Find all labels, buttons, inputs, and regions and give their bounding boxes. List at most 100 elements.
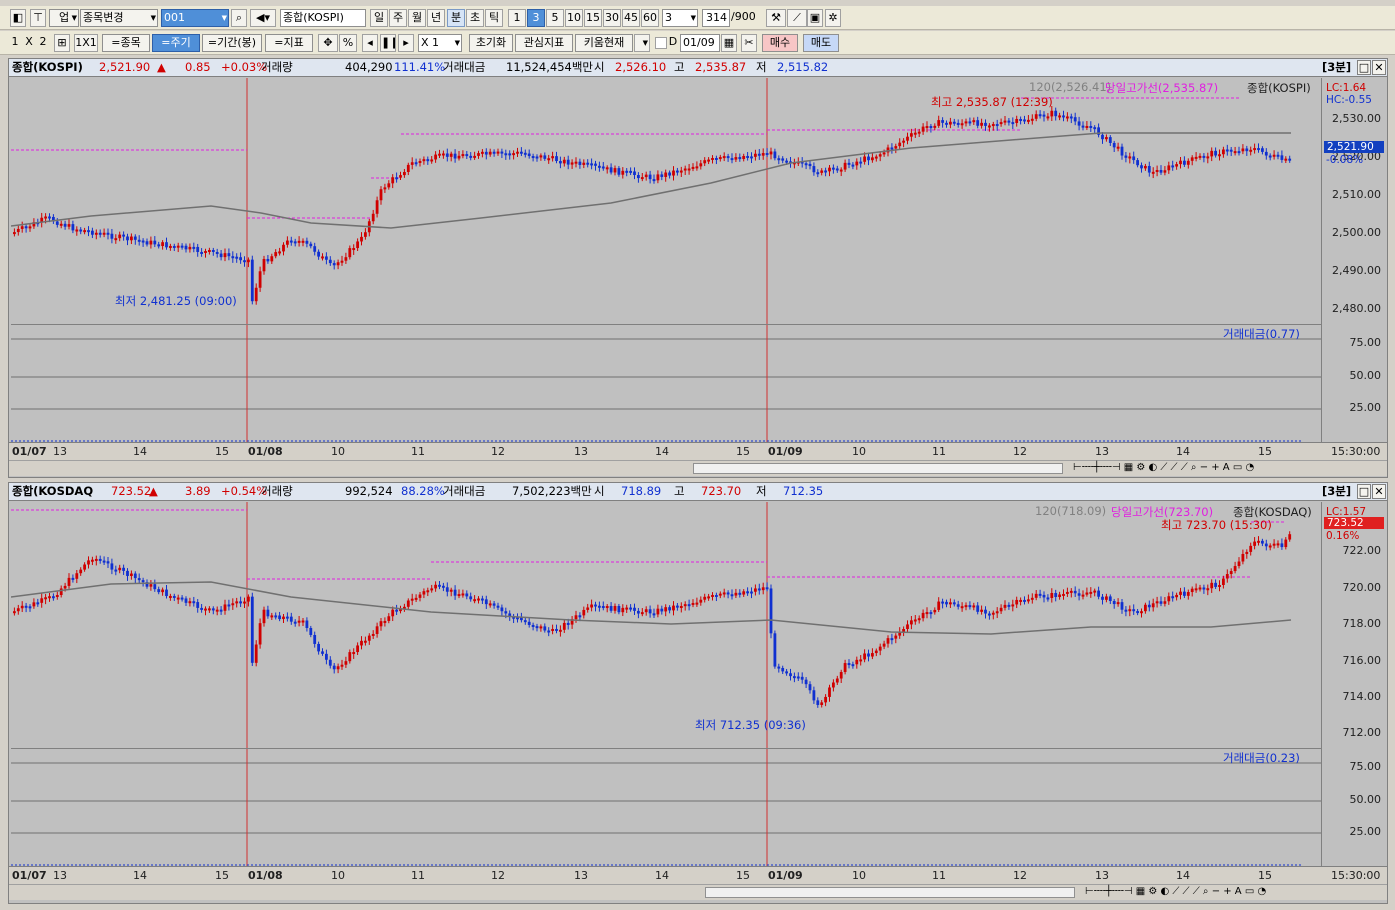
minute-60[interactable]: 60 <box>641 9 659 27</box>
candle <box>1073 117 1077 122</box>
trend-icon[interactable]: ⟋ <box>787 9 807 27</box>
candle <box>605 167 609 170</box>
candle <box>562 159 566 164</box>
speaker-icon[interactable]: ◀▾ <box>250 9 276 27</box>
unit-select[interactable]: 3 <box>662 9 698 27</box>
code-input[interactable]: 001 <box>161 9 229 27</box>
percent-button[interactable]: % <box>339 34 357 52</box>
chart-tools-icon[interactable]: ⚒ <box>766 9 786 27</box>
prev-icon[interactable]: ◂ <box>362 34 378 52</box>
layout-1[interactable]: 1 <box>10 34 20 52</box>
range-sync-button[interactable]: =기간(봉) <box>202 34 262 52</box>
candle <box>679 170 683 173</box>
interest-indicator-button[interactable]: 관심지표 <box>515 34 573 52</box>
candle <box>847 162 851 165</box>
layout-x[interactable]: X <box>24 34 34 52</box>
candle <box>1069 590 1073 593</box>
kiwoom-current-button[interactable]: 키움현재 <box>575 34 633 52</box>
period-tick[interactable]: 틱 <box>485 9 503 27</box>
minute-15[interactable]: 15 <box>584 9 602 27</box>
x-label: 15 <box>215 445 229 458</box>
kiwoom-dropdown[interactable] <box>634 34 650 52</box>
candle <box>352 248 356 251</box>
next-icon[interactable]: ▸ <box>398 34 414 52</box>
grid-icon[interactable]: ⊞ <box>54 34 70 52</box>
minute-30[interactable]: 30 <box>603 9 621 27</box>
minute-10[interactable]: 10 <box>565 9 583 27</box>
kospi-scrollbar[interactable]: ⊢╌╌┼╌╌⊣ ▦ ⚙ ◐ ⟋ ⟋ ⟋ ⌕ − + A ▭ ◔ <box>9 460 1387 476</box>
search-icon[interactable]: ⌕ <box>231 9 247 27</box>
close-icon[interactable]: ✕ <box>1372 484 1386 499</box>
maximize-icon[interactable]: □ <box>1357 60 1371 75</box>
kosdaq-volume-pct: 88.28% <box>401 484 445 498</box>
candle <box>754 588 757 592</box>
d-checkbox[interactable] <box>655 37 667 49</box>
period-day[interactable]: 일 <box>370 9 388 27</box>
crosshair-icon[interactable]: ✥ <box>318 34 338 52</box>
stock-change-select[interactable]: 종목변경 <box>80 9 158 27</box>
kospi-low: 2,515.82 <box>777 60 829 74</box>
candle <box>781 667 785 672</box>
save-icon[interactable]: ▣ <box>807 9 823 27</box>
period-second[interactable]: 초 <box>466 9 484 27</box>
pin-icon[interactable]: ⊤ <box>30 9 46 27</box>
candle <box>16 228 20 233</box>
period-month[interactable]: 월 <box>408 9 426 27</box>
period-minute[interactable]: 분 <box>447 9 465 27</box>
minute-3[interactable]: 3 <box>527 9 545 27</box>
candle <box>816 172 820 175</box>
period-sync-button[interactable]: =주기 <box>152 34 200 52</box>
zoom-tools-icon[interactable]: ⊢╌╌┼╌╌⊣ ▦ ⚙ ◐ ⟋ ⟋ ⟋ ⌕ − + A ▭ ◔ <box>1073 462 1383 473</box>
candle <box>625 170 629 173</box>
period-week[interactable]: 주 <box>389 9 407 27</box>
candle <box>769 588 773 634</box>
kosdaq-amount-subchart[interactable]: 거래대금(0.23) <box>11 748 1321 866</box>
candle <box>24 605 28 608</box>
buy-button[interactable]: 매수 <box>762 34 798 52</box>
reset-button[interactable]: 초기화 <box>469 34 513 52</box>
candle <box>106 561 110 564</box>
minute-1[interactable]: 1 <box>508 9 526 27</box>
kospi-price-plot[interactable]: 120(2,526.41) 당일고가선(2,535.87) 종합(KOSPI) … <box>11 78 1321 324</box>
candle <box>586 162 590 165</box>
zoom-tools-icon[interactable]: ⊢╌╌┼╌╌⊣ ▦ ⚙ ◐ ⟋ ⟋ ⟋ ⌕ − + A ▭ ◔ <box>1085 886 1385 897</box>
candle <box>1218 154 1221 157</box>
candle <box>835 678 839 683</box>
candle <box>208 249 211 252</box>
close-icon[interactable]: ✕ <box>1372 60 1386 75</box>
date-input[interactable]: 01/09 <box>680 34 720 52</box>
scroll-thumb[interactable] <box>705 887 1075 898</box>
sell-button[interactable]: 매도 <box>803 34 839 52</box>
candle <box>1237 561 1241 567</box>
layout-1x1[interactable]: 1X1 <box>74 34 98 52</box>
calendar-icon[interactable]: ▦ <box>721 34 737 52</box>
candle <box>254 287 258 302</box>
kospi-amount-subchart[interactable]: 거래대금(0.77) <box>11 324 1321 442</box>
candle <box>1163 601 1167 604</box>
candle <box>906 624 909 629</box>
market-select[interactable]: 업 <box>49 9 79 27</box>
pause-icon[interactable]: ❚❚ <box>380 34 396 52</box>
minute-5[interactable]: 5 <box>546 9 564 27</box>
kosdaq-chart-pane: 종합(KOSDAQ 723.52 ▲ 3.89 +0.54% 거래량 992,5… <box>8 482 1388 904</box>
candle <box>274 252 278 257</box>
kosdaq-scrollbar[interactable]: ⊢╌╌┼╌╌⊣ ▦ ⚙ ◐ ⟋ ⟋ ⟋ ⌕ − + A ▭ ◔ <box>9 884 1387 900</box>
candle <box>1050 110 1054 117</box>
maximize-icon[interactable]: □ <box>1357 484 1371 499</box>
minute-45[interactable]: 45 <box>622 9 640 27</box>
candle <box>921 612 925 619</box>
count-input[interactable]: 314 <box>702 9 730 27</box>
indicator-sync-button[interactable]: =지표 <box>265 34 313 52</box>
scissors-icon[interactable]: ✂ <box>741 34 757 52</box>
x-label: 13 <box>53 445 67 458</box>
candle <box>204 251 207 254</box>
multiplier-select[interactable]: X 1 <box>418 34 462 52</box>
scroll-thumb[interactable] <box>693 463 1063 474</box>
candle <box>851 164 855 167</box>
settings-icon[interactable]: ✲ <box>825 9 841 27</box>
period-year[interactable]: 년 <box>427 9 445 27</box>
kosdaq-price-plot[interactable]: 120(718.09) 당일고가선(723.70) 종합(KOSDAQ) 최고 … <box>11 502 1321 748</box>
window-icon[interactable]: ◧ <box>10 9 26 27</box>
stock-sync-button[interactable]: =종목 <box>102 34 150 52</box>
layout-2[interactable]: 2 <box>38 34 48 52</box>
